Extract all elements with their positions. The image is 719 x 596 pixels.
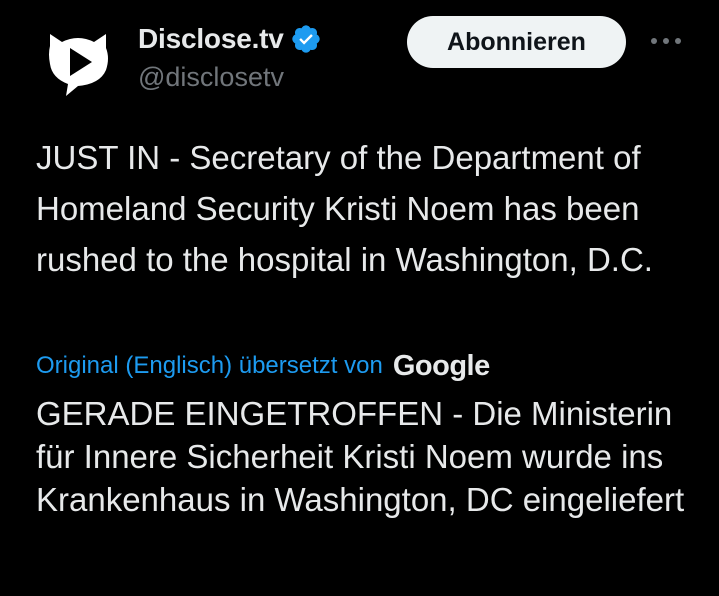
avatar[interactable] [36,18,120,102]
google-logo: Google [392,349,490,382]
verified-badge-icon[interactable] [290,23,322,55]
author-block: Disclose.tv @disclosetv [138,20,388,100]
translation-note-label: Original (Englisch) übersetzt von [36,352,383,379]
handle[interactable]: @disclosetv [138,62,388,93]
display-name[interactable]: Disclose.tv [138,23,284,55]
translation-note[interactable]: Original (Englisch) übersetzt von Google [36,346,490,386]
tweet-text: JUST IN - Secretary of the Department of… [36,139,653,278]
tweet: Disclose.tv @disclosetv Abonnieren JUST … [0,0,719,596]
more-horizontal-icon[interactable] [646,26,686,56]
disclose-tv-logo-icon [36,18,120,102]
translated-text: GERADE EINGETROFFEN - Die Ministerin für… [36,395,685,518]
display-name-row: Disclose.tv [138,20,388,58]
follow-button[interactable]: Abonnieren [407,16,626,68]
